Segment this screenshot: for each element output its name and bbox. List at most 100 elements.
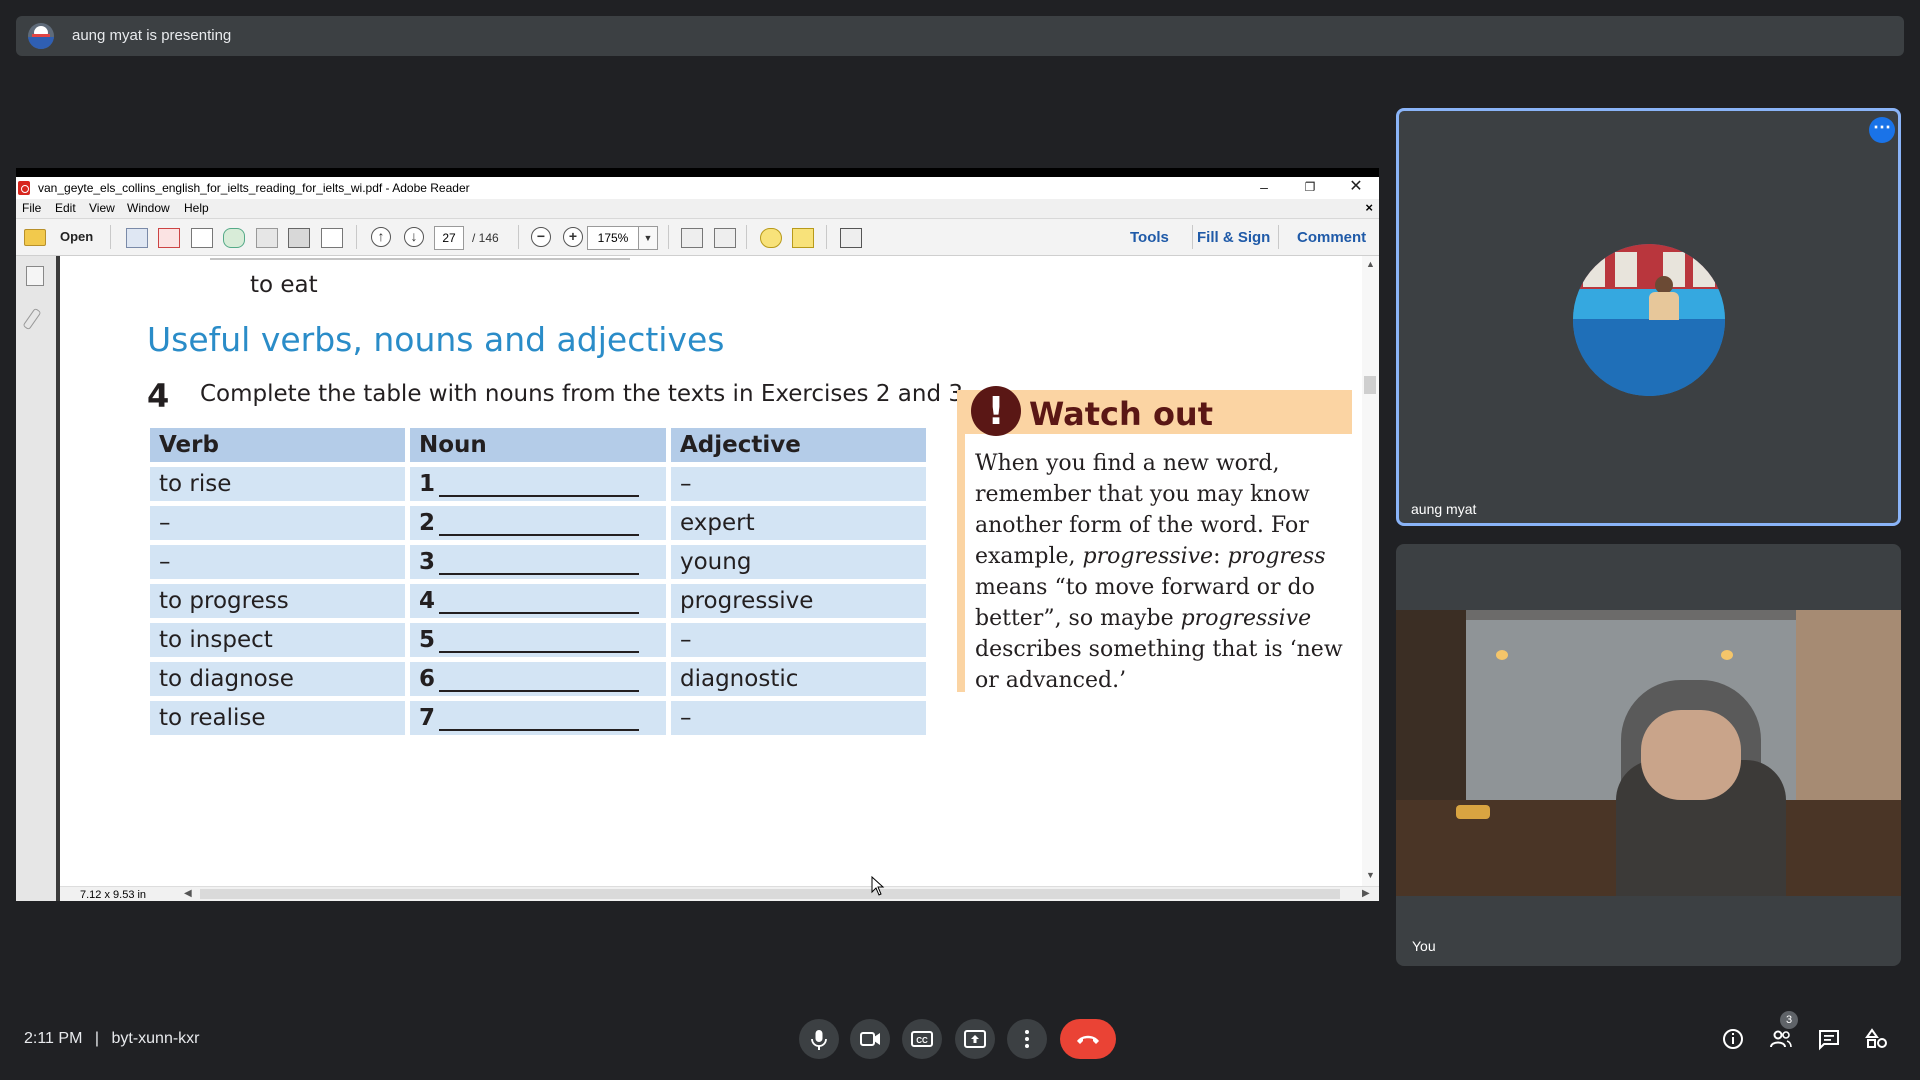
participant-tile-self[interactable]: You bbox=[1396, 544, 1901, 966]
page-number-input[interactable]: 27 bbox=[434, 226, 464, 250]
meeting-code: byt-xunn-kxr bbox=[111, 1030, 200, 1047]
fit-page-icon[interactable] bbox=[714, 228, 736, 248]
zoom-out-icon[interactable]: − bbox=[531, 227, 551, 247]
watch-out-box: ! Watch out When you find a new word, re… bbox=[957, 386, 1352, 693]
noun-cell: 3 bbox=[410, 545, 666, 579]
chat-icon[interactable] bbox=[1817, 1027, 1841, 1051]
activities-icon[interactable] bbox=[1865, 1027, 1889, 1051]
adjective-cell: young bbox=[671, 545, 926, 579]
participant-name: aung myat bbox=[1411, 501, 1477, 517]
participant-name: You bbox=[1412, 938, 1436, 954]
adjective-cell: expert bbox=[671, 506, 926, 540]
microphone-button[interactable] bbox=[799, 1019, 839, 1059]
table-row: – 2 expert bbox=[150, 506, 926, 540]
scroll-up-icon[interactable]: ▲ bbox=[1366, 259, 1375, 269]
captions-icon: CC bbox=[911, 1031, 933, 1047]
attachments-icon[interactable] bbox=[22, 307, 42, 331]
restore-button[interactable]: ❐ bbox=[1287, 177, 1333, 199]
captions-button[interactable]: CC bbox=[902, 1019, 942, 1059]
verb-cell: to progress bbox=[150, 584, 405, 618]
scroll-down-icon[interactable]: ▼ bbox=[1366, 870, 1375, 880]
menu-edit[interactable]: Edit bbox=[55, 201, 76, 215]
noun-cell: 7 bbox=[410, 701, 666, 735]
table-row: to inspect 5 – bbox=[150, 623, 926, 657]
sticky-note-icon[interactable] bbox=[760, 228, 782, 248]
watch-out-text: When you find a new word, remember that … bbox=[975, 451, 1343, 693]
edit-pdf-icon[interactable] bbox=[191, 228, 213, 248]
table-row: to progress 4 progressive bbox=[150, 584, 926, 618]
present-button[interactable] bbox=[955, 1019, 995, 1059]
more-options-button[interactable] bbox=[1007, 1019, 1047, 1059]
table-row: to realise 7 – bbox=[150, 701, 926, 735]
scroll-right-icon[interactable]: ▶ bbox=[1362, 888, 1370, 899]
noun-cell: 1 bbox=[410, 467, 666, 501]
close-window-button[interactable]: ✕ bbox=[1333, 177, 1379, 199]
page-thumbnails-icon[interactable] bbox=[26, 266, 44, 286]
meeting-info: 2:11 PM | byt-xunn-kxr bbox=[24, 1030, 200, 1048]
previous-page-icon[interactable]: ↑ bbox=[371, 227, 391, 247]
adjective-cell: – bbox=[671, 623, 926, 657]
header-noun: Noun bbox=[410, 428, 666, 462]
noun-cell: 4 bbox=[410, 584, 666, 618]
exercise-instruction: Complete the table with nouns from the t… bbox=[200, 381, 971, 407]
camera-button[interactable] bbox=[850, 1019, 890, 1059]
cloud-upload-icon[interactable] bbox=[223, 228, 245, 248]
verb-cell: to diagnose bbox=[150, 662, 405, 696]
word-forms-table: Verb Noun Adjective to rise 1 – – 2 expe… bbox=[145, 423, 931, 740]
export-pdf-icon[interactable] bbox=[158, 228, 180, 248]
meeting-time: 2:11 PM bbox=[24, 1030, 83, 1047]
menu-file[interactable]: File bbox=[22, 201, 41, 215]
fill-sign-button[interactable]: Fill & Sign bbox=[1197, 229, 1270, 246]
zoom-dropdown-icon[interactable]: ▼ bbox=[638, 226, 658, 250]
expand-icon[interactable] bbox=[840, 228, 862, 248]
presenting-text: aung myat is presenting bbox=[72, 27, 232, 44]
highlight-icon[interactable] bbox=[792, 228, 814, 248]
presenter-avatar bbox=[28, 23, 54, 49]
meeting-separator: | bbox=[94, 1030, 100, 1047]
hang-up-icon bbox=[1077, 1035, 1099, 1044]
navigation-pane bbox=[16, 256, 60, 901]
mouse-cursor-icon bbox=[871, 875, 885, 901]
page-total: / 146 bbox=[472, 231, 499, 245]
noun-cell: 6 bbox=[410, 662, 666, 696]
minimize-button[interactable]: – bbox=[1241, 177, 1287, 199]
menu-view[interactable]: View bbox=[89, 201, 115, 215]
people-icon[interactable] bbox=[1769, 1027, 1793, 1051]
more-options-icon[interactable]: ⋯ bbox=[1869, 117, 1895, 143]
create-pdf-icon[interactable] bbox=[126, 228, 148, 248]
header-adjective: Adjective bbox=[671, 428, 926, 462]
next-page-icon[interactable]: ↓ bbox=[404, 227, 424, 247]
meeting-details-icon[interactable] bbox=[1721, 1027, 1745, 1051]
vertical-scrollbar[interactable]: ▲ ▼ bbox=[1362, 256, 1379, 886]
exclamation-icon: ! bbox=[971, 386, 1021, 436]
horizontal-scrollbar[interactable]: 7.12 x 9.53 in ◀ ▶ bbox=[60, 886, 1379, 901]
verb-cell: to rise bbox=[150, 467, 405, 501]
camera-icon bbox=[860, 1032, 880, 1046]
participant-avatar bbox=[1573, 244, 1725, 396]
email-icon[interactable] bbox=[321, 228, 343, 248]
watch-out-title: Watch out bbox=[1029, 395, 1213, 433]
fit-width-icon[interactable] bbox=[681, 228, 703, 248]
zoom-in-icon[interactable]: + bbox=[563, 227, 583, 247]
end-call-button[interactable] bbox=[1060, 1019, 1116, 1059]
verb-cell: – bbox=[150, 506, 405, 540]
save-icon[interactable] bbox=[256, 228, 278, 248]
verb-cell: – bbox=[150, 545, 405, 579]
menu-help[interactable]: Help bbox=[184, 201, 209, 215]
vertical-scroll-thumb[interactable] bbox=[1364, 376, 1376, 394]
participant-tile-presenter[interactable]: aung myat ⋯ bbox=[1396, 108, 1901, 526]
print-icon[interactable] bbox=[288, 228, 310, 248]
horizontal-scroll-thumb[interactable] bbox=[200, 889, 1340, 899]
menu-window[interactable]: Window bbox=[127, 201, 170, 215]
more-vertical-icon bbox=[1025, 1030, 1029, 1048]
comment-button[interactable]: Comment bbox=[1297, 229, 1366, 246]
table-row: to rise 1 – bbox=[150, 467, 926, 501]
close-document-icon[interactable]: × bbox=[1365, 200, 1373, 215]
adjective-cell: diagnostic bbox=[671, 662, 926, 696]
scroll-left-icon[interactable]: ◀ bbox=[184, 888, 192, 899]
table-header-row: Verb Noun Adjective bbox=[150, 428, 926, 462]
tools-button[interactable]: Tools bbox=[1130, 229, 1169, 246]
zoom-level-input[interactable]: 175% bbox=[587, 226, 639, 250]
adobe-toolbar: Open ↑ ↓ 27 / 146 − + 175% ▼ Tools Fill … bbox=[16, 219, 1379, 256]
adjective-cell: – bbox=[671, 701, 926, 735]
